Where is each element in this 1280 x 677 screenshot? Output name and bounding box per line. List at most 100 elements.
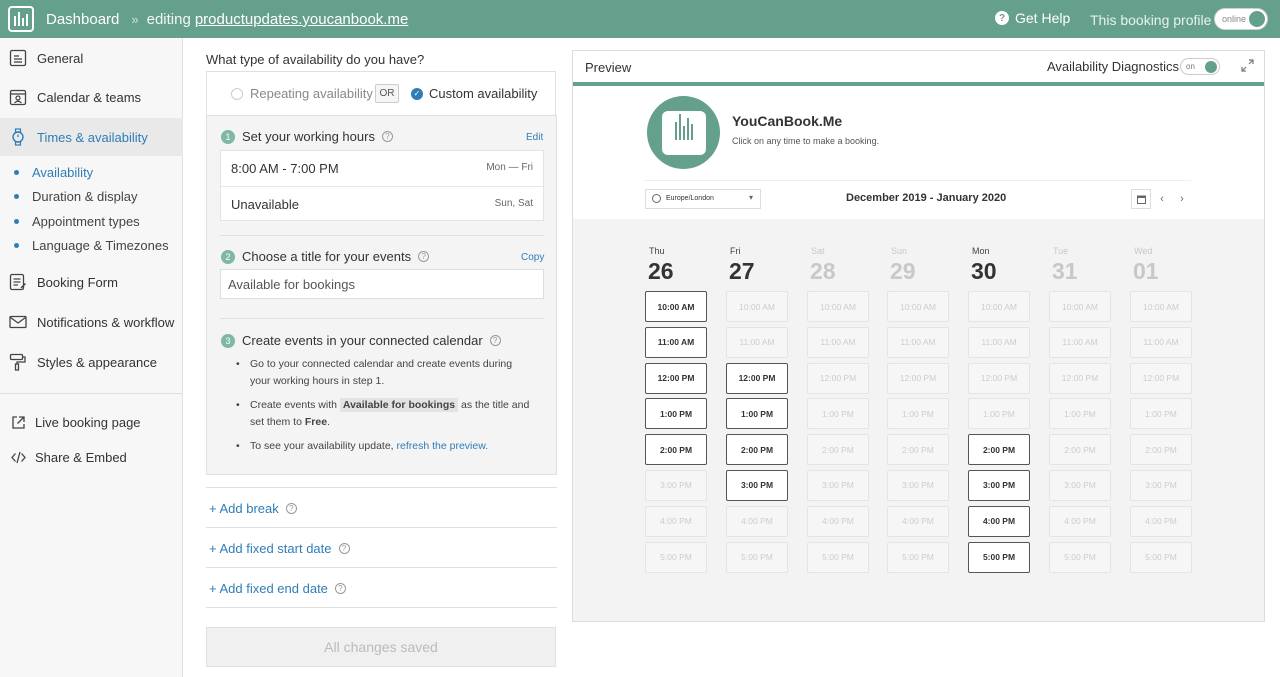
sidebar-divider [0, 393, 183, 394]
watch-icon [9, 128, 27, 146]
add-break-label: + Add break [209, 501, 279, 516]
get-help-button[interactable]: ? Get Help [995, 10, 1070, 26]
time-slot: 10:00 AM [726, 291, 788, 322]
chevron-left-icon[interactable]: ‹ [1152, 189, 1172, 209]
day-number: 31 [1052, 258, 1078, 284]
time-slot: 3:00 PM [645, 469, 707, 501]
profile-domain-link[interactable]: productupdates.youcanbook.me [195, 11, 408, 28]
share-embed-link[interactable]: Share & Embed [0, 448, 127, 466]
help-question-icon[interactable]: ? [418, 251, 430, 262]
sidebar-subitem-language-timezones[interactable]: Language & Timezones [0, 238, 169, 253]
sidebar-item-general[interactable]: General [0, 39, 183, 77]
get-help-label: Get Help [1015, 10, 1071, 26]
sidebar-item-booking-form[interactable]: Booking Form [0, 263, 183, 301]
edit-working-hours-link[interactable]: Edit [526, 132, 543, 143]
time-slot: 1:00 PM [1130, 398, 1192, 430]
day-name: Tue [1053, 246, 1069, 256]
time-slot: 1:00 PM [1049, 398, 1111, 430]
add-break-link[interactable]: + Add break ? [209, 501, 297, 516]
day-number: 30 [971, 258, 997, 284]
time-slot: 5:00 PM [887, 541, 949, 573]
event-title-input[interactable]: Available for bookings [220, 269, 544, 299]
time-slot[interactable]: 2:00 PM [645, 434, 707, 466]
calendar-person-icon [9, 88, 27, 106]
time-slot: 3:00 PM [807, 469, 869, 501]
sidebar-item-label: Calendar & teams [37, 89, 142, 105]
time-slot: 12:00 PM [1049, 362, 1111, 394]
time-slot[interactable]: 1:00 PM [645, 398, 707, 430]
calendar-icon[interactable] [1131, 189, 1151, 209]
refresh-preview-link[interactable]: refresh the preview. [397, 440, 489, 452]
time-slot: 2:00 PM [807, 434, 869, 466]
help-question-icon[interactable]: ? [334, 583, 346, 594]
time-slot: 5:00 PM [807, 541, 869, 573]
dashboard-link[interactable]: Dashboard [46, 11, 119, 28]
date-range-label: December 2019 - January 2020 [846, 192, 1007, 204]
preview-panel: Preview Availability Diagnostics on YouC… [572, 50, 1265, 622]
add-fixed-start-date-link[interactable]: + Add fixed start date ? [209, 541, 350, 556]
time-slot[interactable]: 12:00 PM [726, 362, 788, 394]
help-question-icon[interactable]: ? [381, 131, 393, 142]
save-status-button[interactable]: All changes saved [206, 627, 556, 667]
time-slot[interactable]: 11:00 AM [645, 326, 707, 358]
time-slot[interactable]: 1:00 PM [726, 398, 788, 430]
sidebar-subitem-appointment-types[interactable]: Appointment types [0, 214, 140, 229]
help-question-icon[interactable]: ? [338, 543, 350, 554]
copy-title-link[interactable]: Copy [521, 252, 544, 263]
sidebar-subitem-duration-display[interactable]: Duration & display [0, 189, 138, 204]
sidebar-item-notifications-workflow[interactable]: Notifications & workflow [0, 303, 183, 341]
sidebar-item-calendar-teams[interactable]: Calendar & teams [0, 78, 183, 116]
bullet-dot [14, 243, 19, 248]
paint-roller-icon [9, 353, 27, 371]
sidebar-item-times-availability[interactable]: Times & availability [0, 118, 183, 156]
add-fixed-end-date-link[interactable]: + Add fixed end date ? [209, 581, 346, 596]
sidebar-subitem-availability[interactable]: Availability [0, 165, 93, 180]
timezone-select[interactable]: Europe/London ▾ [645, 189, 761, 209]
day-column: Fri 27 10:00 AM 11:00 AM 12:00 PM 1:00 PM 2:00… [726, 246, 788, 577]
diagnostics-toggle-label: on [1186, 62, 1195, 71]
hours-days: Sun, Sat [494, 198, 533, 209]
time-slot: 12:00 PM [1130, 362, 1192, 394]
time-slot[interactable]: 4:00 PM [968, 505, 1030, 537]
time-slot[interactable]: 10:00 AM [645, 291, 707, 322]
sidebar-item-styles-appearance[interactable]: Styles & appearance [0, 343, 183, 381]
time-slot: 12:00 PM [887, 362, 949, 394]
time-slot[interactable]: 3:00 PM [968, 469, 1030, 501]
time-slot: 3:00 PM [1130, 469, 1192, 501]
time-slot[interactable]: 3:00 PM [726, 469, 788, 501]
time-slot[interactable]: 2:00 PM [968, 434, 1030, 466]
preview-accent-bar [573, 82, 1264, 86]
help-question-icon[interactable]: ? [285, 503, 297, 514]
day-column: Wed 01 10:00 AM 11:00 AM 12:00 PM 1:00 PM 2:00… [1130, 246, 1192, 577]
divider [220, 318, 544, 319]
time-slot: 5:00 PM [1130, 541, 1192, 573]
time-slot: 1:00 PM [887, 398, 949, 430]
divider [206, 567, 557, 568]
code-icon [9, 448, 27, 466]
sidebar-item-label: Notifications & workflow [37, 314, 175, 330]
live-booking-page-link[interactable]: Live booking page [0, 413, 141, 431]
divider [206, 527, 557, 528]
repeating-availability-option[interactable]: Repeating availability [231, 86, 373, 101]
bullet-text: To see your availability update, [250, 440, 394, 452]
help-question-icon[interactable]: ? [489, 335, 501, 346]
add-end-label: + Add fixed end date [209, 581, 328, 596]
custom-availability-option[interactable]: ✓ Custom availability [411, 86, 537, 101]
expand-icon[interactable] [1241, 59, 1254, 75]
time-slot[interactable]: 12:00 PM [645, 362, 707, 394]
day-column: Sun 29 10:00 AM 11:00 AM 12:00 PM 1:00 PM 2:00… [887, 246, 949, 577]
online-toggle[interactable]: online [1214, 8, 1268, 30]
instruction-bullet: To see your availability update, refresh… [233, 438, 533, 455]
time-slot: 10:00 AM [1049, 291, 1111, 322]
share-embed-label: Share & Embed [35, 449, 127, 465]
day-name: Thu [649, 246, 665, 256]
time-slot[interactable]: 5:00 PM [968, 541, 1030, 573]
chevron-right-icon[interactable]: › [1172, 189, 1192, 209]
sidebar-subitem-label: Duration & display [32, 189, 138, 204]
day-column: Mon 30 10:00 AM 11:00 AM 12:00 PM 1:00 PM 2:00… [968, 246, 1030, 577]
radio-unchecked-icon [231, 87, 243, 100]
time-slot[interactable]: 2:00 PM [726, 434, 788, 466]
app-logo-icon[interactable] [8, 6, 34, 32]
time-slot: 5:00 PM [726, 541, 788, 573]
diagnostics-toggle[interactable]: on [1180, 58, 1220, 75]
